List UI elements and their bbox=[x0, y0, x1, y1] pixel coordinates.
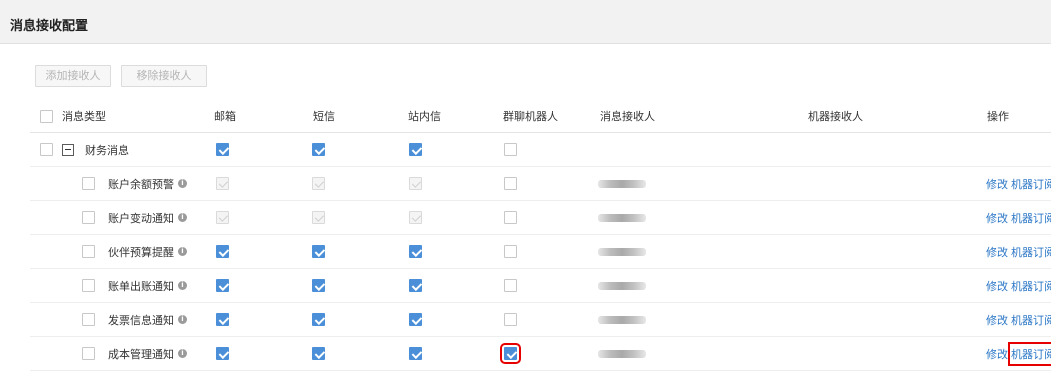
collapse-icon[interactable] bbox=[62, 143, 74, 156]
machine-subscribe-link[interactable]: 机器订阅 bbox=[1011, 278, 1051, 294]
sms-checkbox[interactable] bbox=[312, 279, 325, 292]
message-type-label: 伙伴预算提醒 bbox=[108, 245, 174, 259]
sms-checkbox[interactable] bbox=[312, 245, 325, 258]
page-title: 消息接收配置 bbox=[10, 19, 89, 34]
info-icon[interactable]: i bbox=[178, 349, 187, 358]
add-receiver-button[interactable]: 添加接收人 bbox=[35, 65, 111, 87]
remove-receiver-button[interactable]: 移除接收人 bbox=[121, 65, 207, 87]
group-sms-checkbox[interactable] bbox=[312, 143, 325, 156]
email-checkbox[interactable] bbox=[216, 313, 229, 326]
select-all-cell: 消息类型 bbox=[40, 100, 106, 132]
robot-checkbox[interactable] bbox=[504, 211, 517, 224]
col-message-type: 消息类型 bbox=[62, 110, 106, 123]
col-actions: 操作 bbox=[987, 110, 1009, 123]
robot-checkbox[interactable] bbox=[504, 279, 517, 292]
robot-checkbox[interactable] bbox=[500, 343, 521, 364]
sms-checkbox[interactable] bbox=[312, 177, 325, 190]
info-icon[interactable]: i bbox=[178, 213, 187, 222]
edit-link[interactable]: 修改 bbox=[986, 176, 1008, 192]
group-row-finance: 财务消息 bbox=[30, 133, 1051, 167]
col-machine-receiver: 机器接收人 bbox=[808, 110, 863, 123]
col-inbox: 站内信 bbox=[408, 110, 441, 123]
table-row: 账户变动通知 i 修改 机器订阅 bbox=[30, 201, 1051, 235]
row-select-checkbox[interactable] bbox=[82, 313, 95, 326]
message-receiver-redacted bbox=[598, 281, 646, 290]
group-robot-checkbox[interactable] bbox=[504, 143, 517, 156]
message-type-label: 账户变动通知 bbox=[108, 211, 174, 225]
email-checkbox[interactable] bbox=[216, 211, 229, 224]
email-checkbox[interactable] bbox=[216, 279, 229, 292]
info-icon[interactable]: i bbox=[178, 315, 187, 324]
machine-subscribe-link[interactable]: 机器订阅 bbox=[1011, 210, 1051, 226]
message-type-label: 账户余额预警 bbox=[108, 177, 174, 191]
inbox-checkbox[interactable] bbox=[409, 211, 422, 224]
machine-subscribe-link[interactable]: 机器订阅 bbox=[1011, 176, 1051, 192]
message-receiver-redacted bbox=[598, 247, 646, 256]
table-row: 伙伴预算提醒 i 修改 机器订阅 bbox=[30, 235, 1051, 269]
inbox-checkbox[interactable] bbox=[409, 347, 422, 360]
edit-link[interactable]: 修改 bbox=[986, 210, 1008, 226]
edit-link[interactable]: 修改 bbox=[986, 278, 1008, 294]
table-row: 发票信息通知 i 修改 机器订阅 bbox=[30, 303, 1051, 337]
col-message-receiver: 消息接收人 bbox=[600, 110, 655, 123]
group-inbox-checkbox[interactable] bbox=[409, 143, 422, 156]
message-type-label: 账单出账通知 bbox=[108, 279, 174, 293]
row-select-checkbox[interactable] bbox=[82, 279, 95, 292]
inbox-checkbox[interactable] bbox=[409, 279, 422, 292]
email-checkbox[interactable] bbox=[216, 177, 229, 190]
col-email: 邮箱 bbox=[214, 110, 236, 123]
col-sms: 短信 bbox=[313, 110, 335, 123]
message-receiver-redacted bbox=[598, 315, 646, 324]
machine-subscribe-link[interactable]: 机器订阅 bbox=[1011, 244, 1051, 260]
inbox-checkbox[interactable] bbox=[409, 177, 422, 190]
info-icon[interactable]: i bbox=[178, 179, 187, 188]
message-type-label: 发票信息通知 bbox=[108, 313, 174, 327]
message-type-label: 成本管理通知 bbox=[108, 347, 174, 361]
table-row: 账户余额预警 i 修改 机器订阅 bbox=[30, 167, 1051, 201]
robot-checkbox[interactable] bbox=[504, 245, 517, 258]
edit-link[interactable]: 修改 bbox=[986, 346, 1008, 362]
email-checkbox[interactable] bbox=[216, 245, 229, 258]
sms-checkbox[interactable] bbox=[312, 313, 325, 326]
row-select-checkbox[interactable] bbox=[82, 347, 95, 360]
info-icon[interactable]: i bbox=[178, 247, 187, 256]
sms-checkbox[interactable] bbox=[312, 347, 325, 360]
robot-checkbox[interactable] bbox=[504, 313, 517, 326]
edit-link[interactable]: 修改 bbox=[986, 244, 1008, 260]
col-group-robot: 群聊机器人 bbox=[503, 110, 558, 123]
message-receiver-redacted bbox=[598, 349, 646, 358]
message-receiver-redacted bbox=[598, 179, 646, 188]
group-label: 财务消息 bbox=[85, 143, 129, 157]
email-checkbox[interactable] bbox=[216, 347, 229, 360]
sms-checkbox[interactable] bbox=[312, 211, 325, 224]
row-select-checkbox[interactable] bbox=[82, 177, 95, 190]
robot-checkbox[interactable] bbox=[504, 177, 517, 190]
row-select-checkbox[interactable] bbox=[82, 245, 95, 258]
inbox-checkbox[interactable] bbox=[409, 245, 422, 258]
select-all-checkbox[interactable] bbox=[40, 109, 53, 123]
table-header: 消息类型 邮箱 短信 站内信 群聊机器人 消息接收人 机器接收人 操作 bbox=[30, 100, 1051, 133]
group-checkbox[interactable] bbox=[40, 143, 53, 156]
machine-subscribe-link[interactable]: 机器订阅 bbox=[1008, 341, 1051, 366]
info-icon[interactable]: i bbox=[178, 281, 187, 290]
message-receiver-redacted bbox=[598, 213, 646, 222]
row-select-checkbox[interactable] bbox=[82, 211, 95, 224]
machine-subscribe-link[interactable]: 机器订阅 bbox=[1011, 312, 1051, 328]
table-row: 成本管理通知 i 修改 机器订阅 bbox=[30, 337, 1051, 371]
table-row: 账单出账通知 i 修改 机器订阅 bbox=[30, 269, 1051, 303]
group-email-checkbox[interactable] bbox=[216, 143, 229, 156]
edit-link[interactable]: 修改 bbox=[986, 312, 1008, 328]
page-header: 消息接收配置 bbox=[0, 0, 1051, 44]
inbox-checkbox[interactable] bbox=[409, 313, 422, 326]
